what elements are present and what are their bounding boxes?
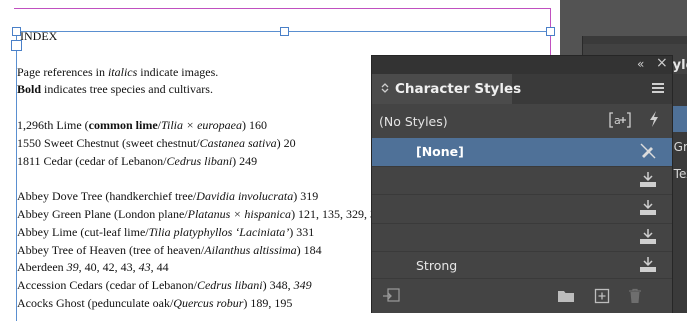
panel-title: Character Styles xyxy=(395,81,522,97)
styles-list[interactable]: [None] Strong xyxy=(372,138,672,281)
character-styles-panel[interactable]: « × Character Styles (No Styles) a [None… xyxy=(371,55,673,313)
style-row-strong[interactable]: Strong xyxy=(372,252,672,281)
style-row[interactable] xyxy=(372,167,672,195)
margin-guide-top xyxy=(14,8,551,9)
import-style-icon xyxy=(638,199,658,217)
delete-style-trash-icon[interactable] xyxy=(628,288,642,308)
tab-character-styles[interactable]: Character Styles xyxy=(372,74,521,104)
import-style-icon xyxy=(638,228,658,246)
new-group-folder-icon[interactable] xyxy=(557,288,575,307)
expand-collapse-icon[interactable] xyxy=(381,82,389,97)
index-heading: INDEX xyxy=(20,29,58,43)
collapse-panel-icon[interactable]: « xyxy=(637,57,644,71)
panel-top-bar[interactable]: « × xyxy=(372,55,672,74)
load-styles-icon[interactable] xyxy=(382,288,400,308)
style-group-header: (No Styles) a xyxy=(372,104,672,138)
panel-bottom-bar xyxy=(372,278,672,313)
style-row-none[interactable]: [None] xyxy=(372,138,672,167)
no-styles-label: (No Styles) xyxy=(379,114,448,129)
panel-tab-bar: Character Styles xyxy=(372,74,672,104)
style-row[interactable] xyxy=(372,195,672,224)
new-style-icon[interactable] xyxy=(594,288,610,308)
create-style-from-selection-icon[interactable]: a xyxy=(608,111,632,133)
no-edit-icon xyxy=(638,142,658,160)
svg-text:a: a xyxy=(614,114,621,127)
import-style-icon xyxy=(638,256,658,274)
import-style-icon xyxy=(638,171,658,189)
panel-menu-icon[interactable] xyxy=(652,83,664,95)
quick-apply-lightning-icon[interactable] xyxy=(648,110,660,132)
style-name: [None] xyxy=(416,144,464,159)
style-name: Strong xyxy=(416,258,458,273)
close-panel-icon[interactable]: × xyxy=(656,55,668,71)
style-row[interactable] xyxy=(372,224,672,252)
